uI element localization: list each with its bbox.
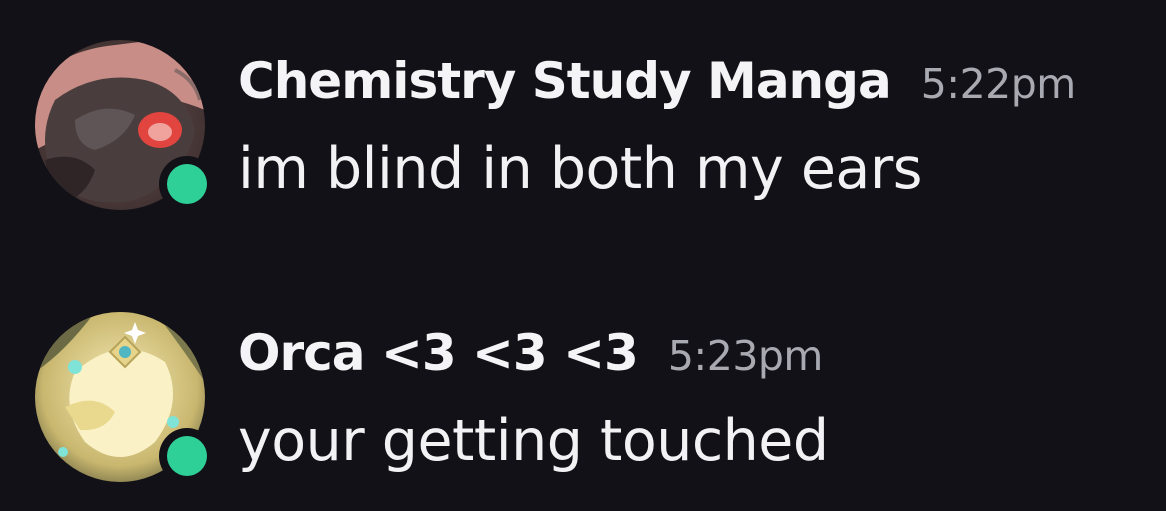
avatar-container[interactable] xyxy=(35,312,215,484)
online-status-indicator xyxy=(159,428,215,484)
chat-message: Chemistry Study Manga 5:22pm im blind in… xyxy=(0,40,1166,240)
author-name[interactable]: Chemistry Study Manga xyxy=(238,52,892,110)
message-header: Orca <3 <3 <3 5:23pm xyxy=(238,324,823,382)
online-status-indicator xyxy=(159,156,215,212)
message-text: your getting touched xyxy=(238,408,829,474)
chat-message: Orca <3 <3 <3 5:23pm your getting touche… xyxy=(0,312,1166,511)
message-text: im blind in both my ears xyxy=(238,136,923,202)
avatar-container[interactable] xyxy=(35,40,215,212)
timestamp: 5:23pm xyxy=(667,332,824,380)
author-name[interactable]: Orca <3 <3 <3 xyxy=(238,324,639,382)
timestamp: 5:22pm xyxy=(920,60,1077,108)
message-header: Chemistry Study Manga 5:22pm xyxy=(238,52,1076,110)
